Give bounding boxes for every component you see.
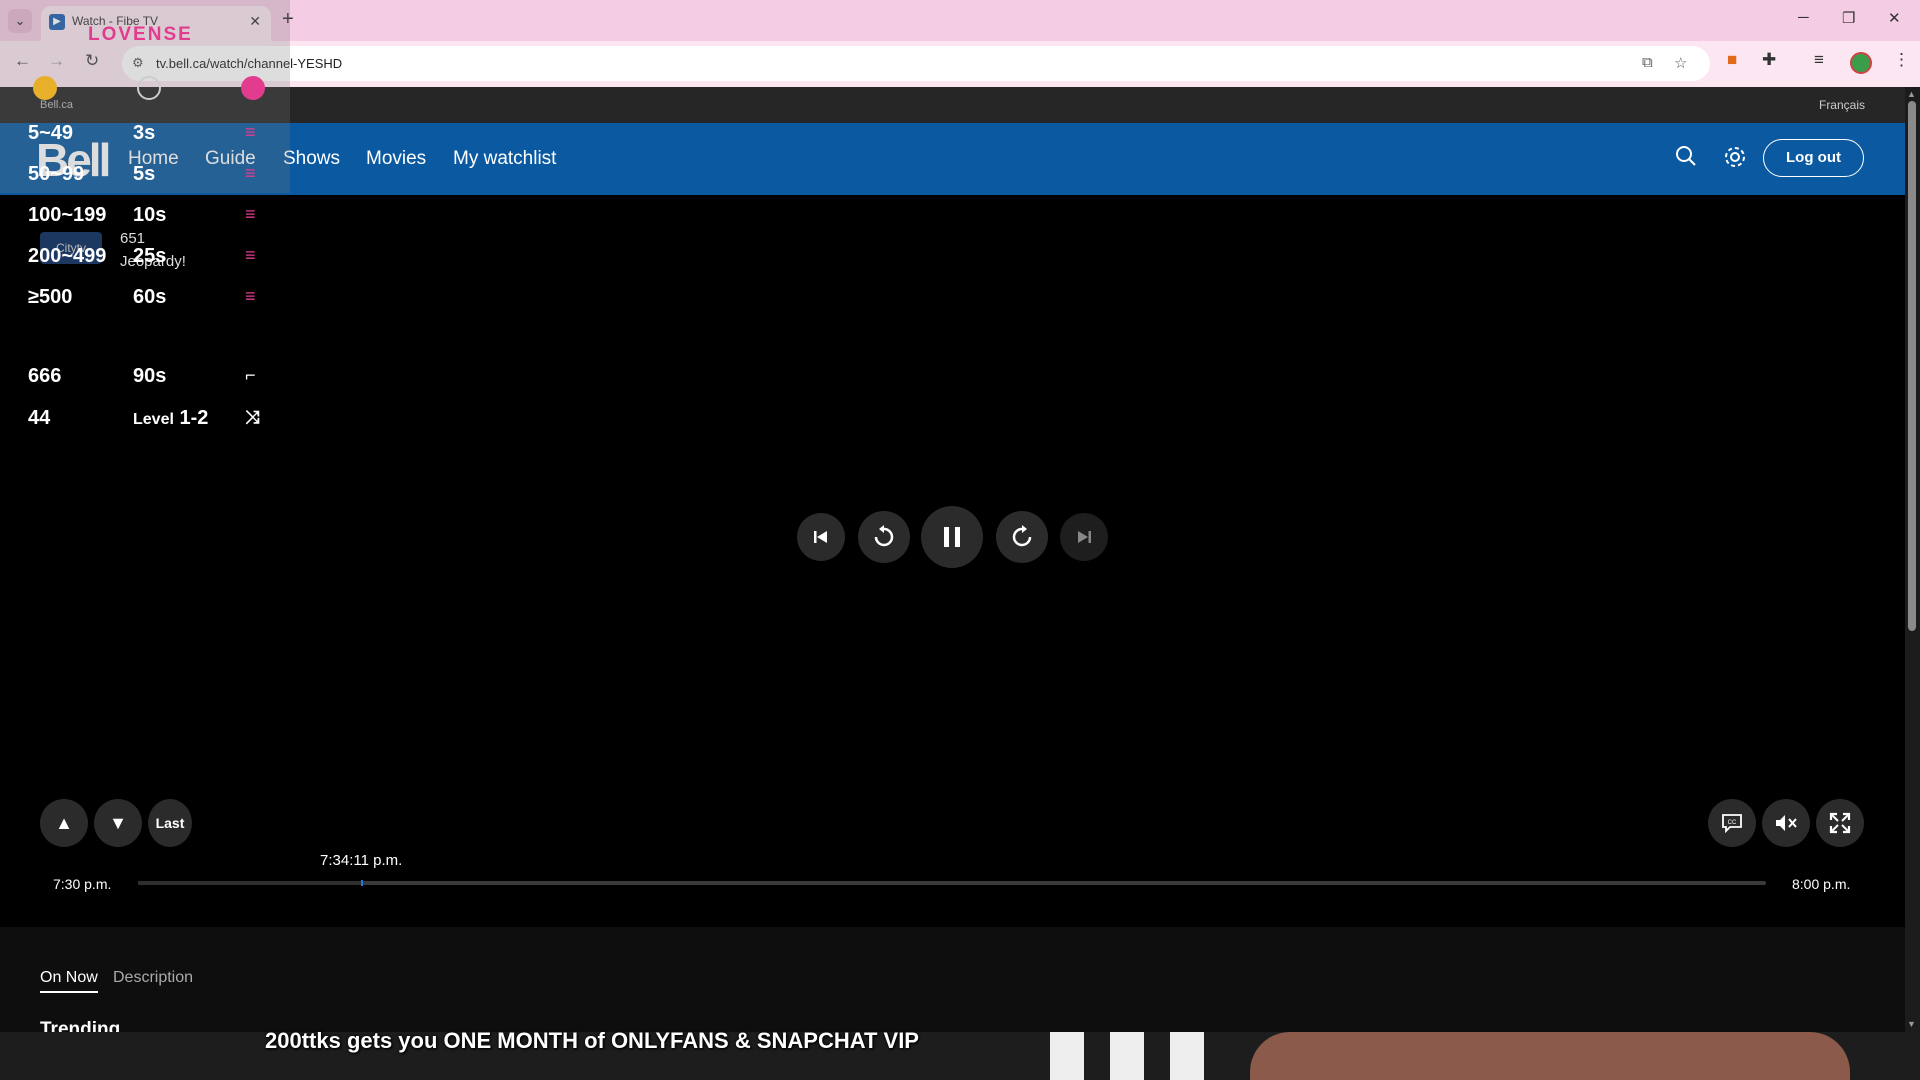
window-minimize-button[interactable]: ─ xyxy=(1798,9,1809,26)
window-maximize-button[interactable]: ❐ xyxy=(1842,9,1855,27)
tab-on-now[interactable]: On Now xyxy=(40,969,98,993)
tip-row: ≥500 60s ≡ xyxy=(28,286,268,316)
scroll-up-arrow-icon[interactable]: ▲ xyxy=(1907,89,1916,99)
extension-badge-icon[interactable]: ■ xyxy=(1727,50,1737,70)
vibration-bars-icon: ≡ xyxy=(245,204,256,224)
media-controls-icon[interactable]: ≡ xyxy=(1814,50,1824,70)
window-close-button[interactable]: ✕ xyxy=(1888,9,1901,27)
tip-duration: 25s xyxy=(133,245,167,267)
tip-amount: 5~49 xyxy=(28,122,74,144)
overlay-record-icon xyxy=(137,76,161,100)
scrollbar-thumb[interactable] xyxy=(1908,101,1916,631)
browser-menu-icon[interactable]: ⋮ xyxy=(1893,50,1910,70)
coin-icon xyxy=(33,76,57,100)
tip-duration: 10s xyxy=(133,204,167,226)
level-value: 1-2 xyxy=(179,407,209,429)
overlay-lovense-icon xyxy=(241,76,265,100)
page-scrollbar[interactable]: ▲ ▼ xyxy=(1905,87,1920,1032)
channel-down-button[interactable]: ▼ xyxy=(94,799,142,847)
tip-row: 50~99 5s ≡ xyxy=(28,163,268,193)
profile-avatar[interactable] xyxy=(1850,52,1872,74)
mute-volume-icon[interactable] xyxy=(1762,799,1810,847)
language-toggle[interactable]: Français xyxy=(1819,98,1865,112)
nav-my-watchlist[interactable]: My watchlist xyxy=(453,148,556,170)
program-info-section: On Now Description Trending xyxy=(0,927,1905,1040)
settings-gear-icon[interactable] xyxy=(1723,145,1747,175)
nav-shows[interactable]: Shows xyxy=(283,148,340,170)
tip-amount: 100~199 xyxy=(28,204,107,226)
tip-row: 200~499 25s ≡ xyxy=(28,245,268,275)
tip-amount: ≥500 xyxy=(28,286,73,308)
program-end-time: 8:00 p.m. xyxy=(1792,876,1851,892)
address-bar[interactable]: ⚙ tv.bell.ca/watch/channel-YESHD ⧉ ☆ xyxy=(122,46,1710,81)
promo-banner-text: 200ttks gets you ONE MONTH of ONLYFANS &… xyxy=(265,1028,919,1053)
webcam-stripe xyxy=(1170,1032,1204,1080)
program-start-time: 7:30 p.m. xyxy=(53,876,112,892)
extensions-puzzle-icon[interactable]: ✚ xyxy=(1762,50,1776,70)
fast-forward-button[interactable] xyxy=(996,511,1048,563)
tip-duration: 3s xyxy=(133,122,156,144)
channel-up-button[interactable]: ▲ xyxy=(40,799,88,847)
scroll-down-arrow-icon[interactable]: ▼ xyxy=(1907,1019,1916,1029)
previous-button[interactable] xyxy=(797,513,845,561)
search-icon[interactable] xyxy=(1675,145,1697,173)
level-word: Level xyxy=(133,411,174,428)
webcam-stripe xyxy=(1050,1032,1084,1080)
vibration-bars-icon: ≡ xyxy=(245,122,256,142)
tip-row: 5~49 3s ≡ xyxy=(28,122,268,152)
svg-text:CC: CC xyxy=(1728,820,1737,826)
fullscreen-icon[interactable] xyxy=(1816,799,1864,847)
playback-progress-bar[interactable] xyxy=(138,880,1766,886)
tip-level: Level 1-2 xyxy=(133,407,208,430)
vibration-bars-icon: ≡ xyxy=(245,286,256,306)
nav-movies[interactable]: Movies xyxy=(366,148,426,170)
tip-duration: 90s xyxy=(133,365,167,387)
vibration-bars-icon: ≡ xyxy=(245,245,256,265)
last-channel-button[interactable]: Last xyxy=(148,799,192,847)
tip-duration: 5s xyxy=(133,163,156,185)
random-shuffle-icon: ⤨ xyxy=(245,407,260,427)
webcam-stripe xyxy=(1110,1032,1144,1080)
bookmark-star-icon[interactable]: ☆ xyxy=(1674,54,1687,72)
tip-amount: 200~499 xyxy=(28,245,107,267)
install-app-icon[interactable]: ⧉ xyxy=(1642,54,1653,71)
wave-pattern-icon: ⌐ xyxy=(245,365,256,385)
progress-fill xyxy=(138,881,362,885)
next-button[interactable] xyxy=(1060,513,1108,561)
tip-amount: 44 xyxy=(28,407,51,429)
pause-button[interactable] xyxy=(921,506,983,568)
tip-amount: 666 xyxy=(28,365,62,387)
tip-row: 100~199 10s ≡ xyxy=(28,204,268,234)
webcam-figure xyxy=(1250,1032,1850,1080)
progress-playhead[interactable] xyxy=(361,880,364,886)
closed-captions-icon[interactable]: CC xyxy=(1708,799,1756,847)
tab-description[interactable]: Description xyxy=(113,969,193,987)
log-out-button[interactable]: Log out xyxy=(1763,139,1864,177)
tip-duration: 60s xyxy=(133,286,167,308)
rewind-button[interactable] xyxy=(858,511,910,563)
tip-row: 44 Level 1-2 ⤨ xyxy=(28,407,268,437)
current-time-label: 7:34:11 p.m. xyxy=(320,852,403,869)
vibration-bars-icon: ≡ xyxy=(245,163,256,183)
tip-row: 666 90s ⌐ xyxy=(28,365,268,395)
tip-amount: 50~99 xyxy=(28,163,85,185)
lovense-brand: LOVENSE xyxy=(88,24,193,45)
